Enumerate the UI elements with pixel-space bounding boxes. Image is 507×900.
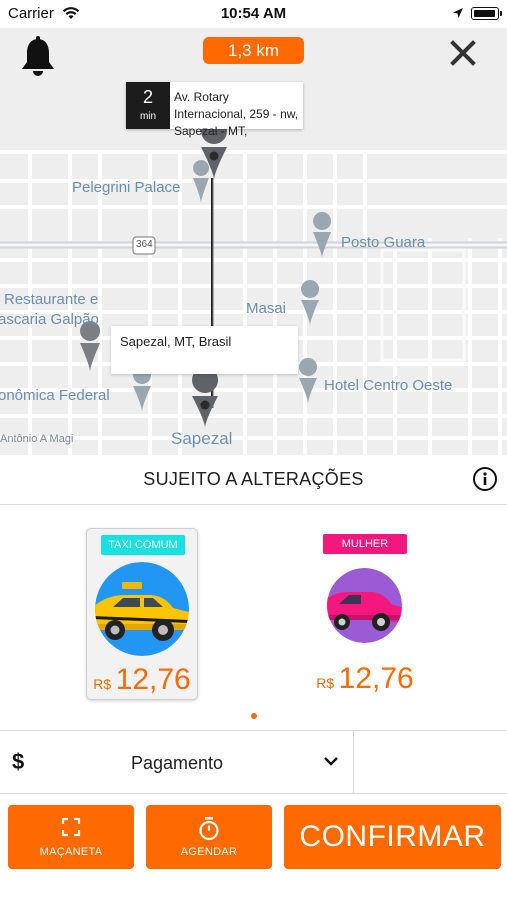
info-icon[interactable] bbox=[472, 466, 498, 492]
route-map[interactable]: 1,3 km 2 min Av. Rotary Internacional, 2… bbox=[0, 28, 507, 455]
option-price: R$ 12,76 bbox=[87, 663, 197, 697]
battery-tip bbox=[500, 11, 502, 16]
eta-time-block: 2 min bbox=[126, 82, 170, 129]
taxi-car-icon bbox=[95, 562, 189, 656]
poi-masai: Masai bbox=[246, 300, 287, 317]
chevron-down-icon[interactable] bbox=[323, 755, 339, 767]
origin-address: Av. Rotary Internacional, 259 - nw, Sape… bbox=[174, 90, 299, 138]
notice-bar: SUJEITO A ALTERAÇÕES bbox=[0, 455, 507, 505]
expand-icon bbox=[61, 817, 81, 837]
poi-restaurante-2: ascaria Galpão bbox=[0, 311, 99, 328]
option-card-mulher[interactable]: MULHER R$ 12,76 bbox=[310, 528, 422, 700]
payment-selector[interactable]: $ Pagamento bbox=[0, 730, 507, 794]
status-bar: Carrier 10:54 AM bbox=[0, 0, 507, 28]
distance-badge: 1,3 km bbox=[203, 37, 304, 64]
battery-icon bbox=[471, 7, 499, 20]
schedule-button-label: AGENDAR bbox=[180, 846, 238, 858]
highway-shield: 364 bbox=[136, 239, 153, 250]
payment-divider bbox=[353, 731, 354, 794]
clock: 10:54 AM bbox=[220, 5, 287, 22]
page-indicator-dot bbox=[251, 713, 257, 719]
confirm-button[interactable]: CONFIRMAR bbox=[284, 805, 501, 869]
schedule-button[interactable]: AGENDAR bbox=[146, 805, 272, 869]
price-currency: R$ bbox=[316, 675, 335, 691]
app-screen: Carrier 10:54 AM 1,3 km 2 min Av. Rotary… bbox=[0, 0, 507, 900]
close-icon[interactable] bbox=[446, 36, 480, 70]
option-price: R$ 12,76 bbox=[310, 662, 420, 696]
option-tag: TAXI COMUM bbox=[101, 535, 185, 555]
price-value: 12,76 bbox=[338, 662, 414, 695]
confirm-button-label: CONFIRMAR bbox=[299, 820, 486, 853]
handle-button-label: MAÇANETA bbox=[39, 846, 103, 858]
notice-text: SUJEITO A ALTERAÇÕES bbox=[143, 469, 364, 489]
poi-hotel: Hotel Centro Oeste bbox=[324, 377, 453, 394]
bell-icon[interactable] bbox=[20, 36, 56, 78]
street-label: Antônio A Magi bbox=[0, 433, 74, 445]
poi-posto: Posto Guara bbox=[341, 234, 426, 251]
location-arrow-icon bbox=[453, 8, 463, 18]
poi-restaurante-1: Restaurante e bbox=[4, 291, 99, 308]
price-currency: R$ bbox=[93, 676, 112, 692]
destination-callout: Sapezal, MT, Brasil bbox=[111, 326, 298, 374]
poi-federal: onômica Federal bbox=[0, 387, 110, 404]
poi-pelegrini: Pelegrini Palace bbox=[72, 179, 181, 196]
eta-minutes: 2 bbox=[142, 87, 153, 107]
option-card-taxi-comum[interactable]: TAXI COMUM R$ 12,76 bbox=[86, 528, 198, 700]
timer-icon bbox=[199, 817, 219, 841]
pink-car-icon bbox=[327, 568, 402, 643]
eta-callout: 2 min Av. Rotary Internacional, 259 - nw… bbox=[126, 82, 303, 138]
payment-label: Pagamento bbox=[130, 753, 224, 773]
eta-unit: min bbox=[139, 111, 157, 122]
city-label: Sapezal bbox=[171, 429, 233, 448]
handle-button[interactable]: MAÇANETA bbox=[8, 805, 134, 869]
option-tag: MULHER bbox=[323, 534, 407, 554]
price-value: 12,76 bbox=[115, 663, 191, 696]
